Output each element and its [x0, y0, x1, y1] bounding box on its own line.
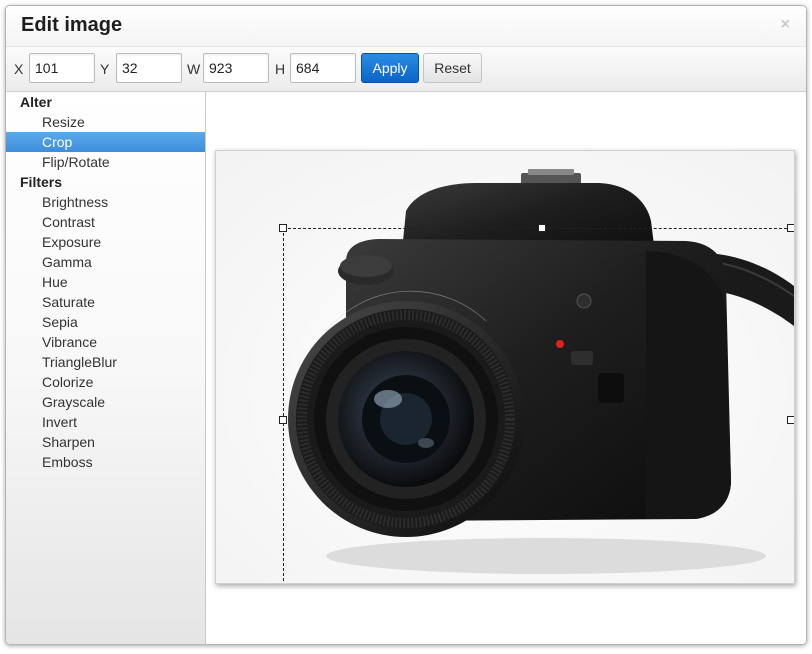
crop-handle-top[interactable]	[538, 224, 546, 232]
crop-handle-top-right[interactable]	[787, 224, 794, 232]
sidebar-item-sharpen[interactable]: Sharpen	[6, 432, 205, 452]
group-title-filters: Filters	[20, 174, 63, 190]
x-input[interactable]	[29, 53, 95, 83]
image-preview	[215, 150, 795, 584]
crop-handle-top-left[interactable]	[279, 224, 287, 232]
sidebar-item-crop[interactable]: Crop	[6, 132, 205, 152]
sidebar-item-triangleblur[interactable]: TriangleBlur	[6, 352, 205, 372]
sidebar-item-grayscale[interactable]: Grayscale	[6, 392, 205, 412]
group-title-alter: Alter	[20, 94, 52, 110]
w-label: W	[187, 61, 201, 77]
sidebar-item-flip-rotate[interactable]: Flip/Rotate	[6, 152, 205, 172]
sidebar-item-colorize[interactable]: Colorize	[6, 372, 205, 392]
reset-button[interactable]: Reset	[423, 53, 482, 83]
sidebar-item-gamma[interactable]: Gamma	[6, 252, 205, 272]
sidebar-item-hue[interactable]: Hue	[6, 272, 205, 292]
y-label: Y	[100, 61, 110, 77]
apply-button[interactable]: Apply	[361, 53, 419, 83]
edit-image-dialog: Edit image × X Y W H Apply Reset Alter R…	[5, 5, 807, 645]
h-label: H	[275, 61, 286, 77]
sidebar-item-emboss[interactable]: Emboss	[6, 452, 205, 472]
crop-selection[interactable]	[283, 228, 794, 583]
close-icon[interactable]: ×	[781, 17, 790, 33]
dialog-title: Edit image	[21, 14, 123, 36]
crop-toolbar: X Y W H Apply Reset	[6, 47, 806, 92]
crop-handle-left[interactable]	[279, 416, 287, 424]
crop-handle-right[interactable]	[787, 416, 794, 424]
sidebar-item-vibrance[interactable]: Vibrance	[6, 332, 205, 352]
image-canvas-area	[206, 92, 806, 644]
sidebar-item-brightness[interactable]: Brightness	[6, 192, 205, 212]
sidebar-item-sepia[interactable]: Sepia	[6, 312, 205, 332]
y-input[interactable]	[116, 53, 182, 83]
dialog-titlebar: Edit image ×	[6, 6, 806, 47]
sidebar-item-resize[interactable]: Resize	[6, 112, 205, 132]
h-input[interactable]	[290, 53, 356, 83]
sidebar-item-invert[interactable]: Invert	[6, 412, 205, 432]
sidebar-item-contrast[interactable]: Contrast	[6, 212, 205, 232]
x-label: X	[14, 61, 24, 77]
sidebar-item-exposure[interactable]: Exposure	[6, 232, 205, 252]
sidebar-item-saturate[interactable]: Saturate	[6, 292, 205, 312]
tools-sidebar: Alter Resize Crop Flip/Rotate Filters Br…	[6, 92, 206, 644]
w-input[interactable]	[203, 53, 269, 83]
